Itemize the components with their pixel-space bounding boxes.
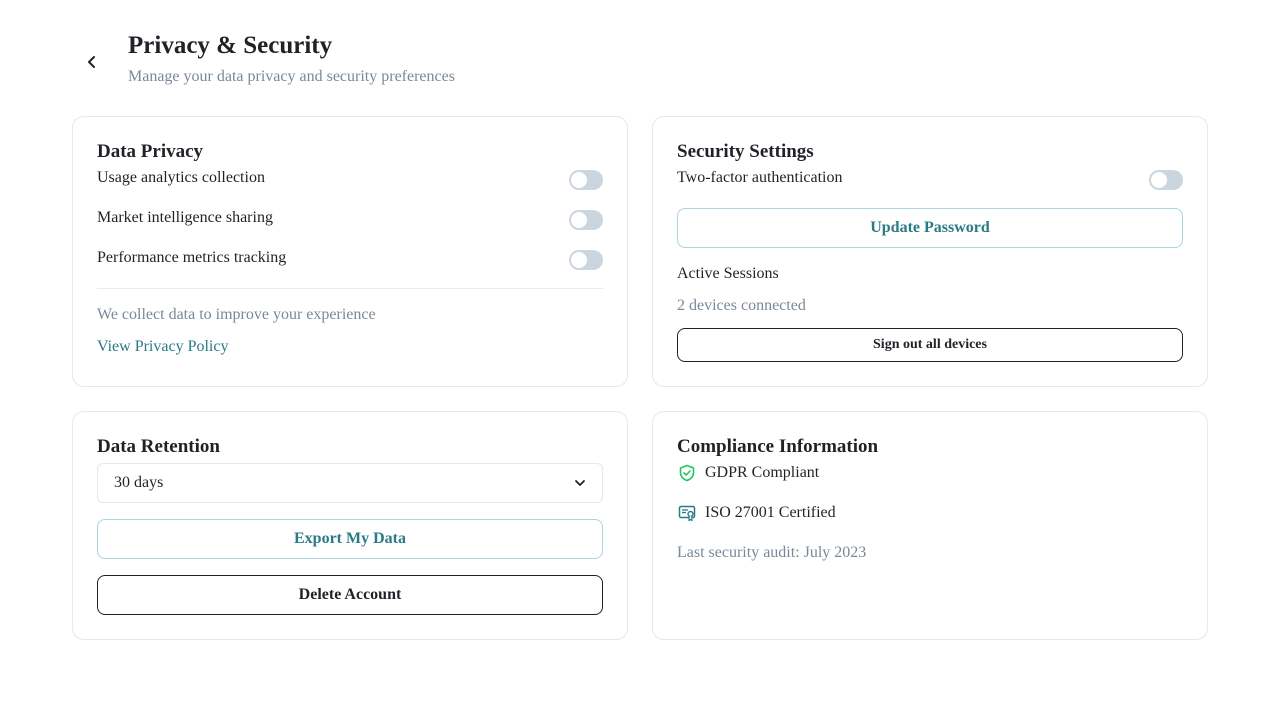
- last-audit-text: Last security audit: July 2023: [677, 544, 867, 561]
- two-factor-label: Two-factor authentication: [677, 169, 843, 186]
- two-factor-toggle[interactable]: [1149, 170, 1183, 190]
- iso-label: ISO 27001 Certified: [705, 504, 836, 521]
- toggle-knob: [1151, 172, 1167, 188]
- market-intelligence-toggle[interactable]: [569, 210, 603, 230]
- gdpr-row: GDPR Compliant: [677, 463, 819, 483]
- toggle-knob: [571, 172, 587, 188]
- retention-period-select[interactable]: 30 days: [97, 463, 603, 503]
- iso-row: ISO 27001 Certified: [677, 503, 836, 523]
- certificate-icon: [677, 503, 697, 523]
- divider: [97, 288, 603, 289]
- privacy-note: We collect data to improve your experien…: [97, 306, 376, 323]
- card-title-data-privacy: Data Privacy: [97, 141, 204, 162]
- shield-check-icon: [677, 463, 697, 483]
- toggle-knob: [571, 252, 587, 268]
- chevron-down-icon: [574, 477, 586, 489]
- page-title: Privacy & Security: [128, 32, 333, 59]
- export-data-button[interactable]: Export My Data: [97, 519, 603, 559]
- chevron-left-icon: [88, 56, 95, 68]
- performance-metrics-toggle[interactable]: [569, 250, 603, 270]
- delete-account-button[interactable]: Delete Account: [97, 575, 603, 615]
- view-privacy-policy-link[interactable]: View Privacy Policy: [97, 337, 228, 357]
- update-password-button[interactable]: Update Password: [677, 208, 1183, 248]
- card-title-data-retention: Data Retention: [97, 436, 220, 457]
- sessions-count: 2 devices connected: [677, 297, 806, 314]
- usage-analytics-toggle[interactable]: [569, 170, 603, 190]
- compliance-info-card: Compliance Information GDPR Compliant IS…: [652, 411, 1208, 640]
- back-button[interactable]: [80, 50, 104, 74]
- active-sessions-title: Active Sessions: [677, 265, 779, 282]
- data-retention-card: Data Retention 30 days Export My Data De…: [72, 411, 628, 640]
- data-privacy-card: Data Privacy Usage analytics collection …: [72, 116, 628, 387]
- usage-analytics-label: Usage analytics collection: [97, 169, 265, 186]
- page-subtitle: Manage your data privacy and security pr…: [128, 68, 455, 85]
- market-intelligence-label: Market intelligence sharing: [97, 209, 273, 226]
- card-title-compliance: Compliance Information: [677, 436, 879, 457]
- retention-period-value: 30 days: [114, 474, 164, 491]
- sign-out-all-button[interactable]: Sign out all devices: [677, 328, 1183, 362]
- performance-metrics-label: Performance metrics tracking: [97, 249, 287, 266]
- gdpr-label: GDPR Compliant: [705, 464, 820, 481]
- toggle-knob: [571, 212, 587, 228]
- security-settings-card: Security Settings Two-factor authenticat…: [652, 116, 1208, 387]
- card-title-security-settings: Security Settings: [677, 141, 814, 162]
